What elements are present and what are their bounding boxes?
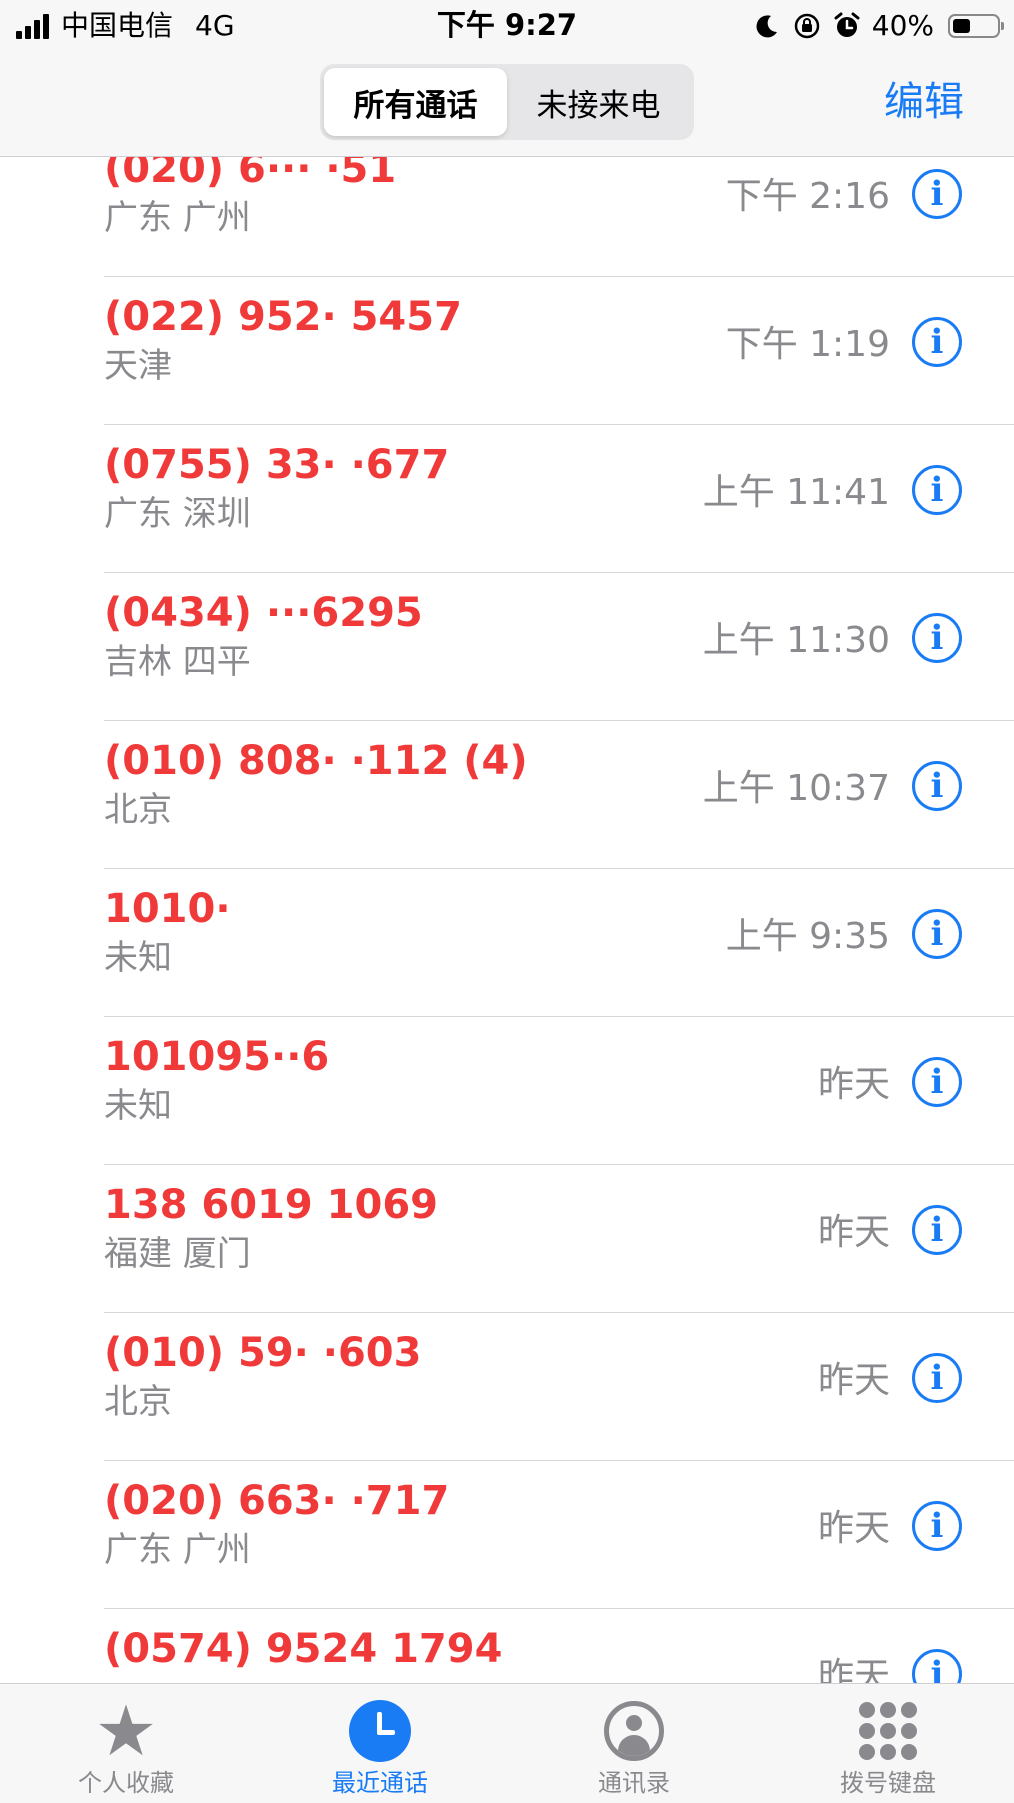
info-icon[interactable]: i xyxy=(912,1057,962,1107)
call-row[interactable]: 101095··6 未知 昨天 i xyxy=(0,1017,1014,1165)
clock-icon xyxy=(349,1700,411,1762)
call-time: 昨天 xyxy=(817,1360,890,1401)
call-location: 天津 xyxy=(104,346,172,386)
call-location: 北京 xyxy=(104,790,172,830)
status-bar: 中国电信 4G 下午 9:27 40% xyxy=(0,0,1014,52)
call-text: (020) 663· ·717 广东 广州 xyxy=(104,1475,449,1573)
call-time: 上午 11:30 xyxy=(702,620,890,661)
call-number: (010) 59· ·603 xyxy=(104,1330,422,1376)
call-time: 上午 10:37 xyxy=(702,768,890,809)
call-time: 昨天 xyxy=(817,1212,890,1253)
call-location: 广东 广州 xyxy=(104,198,251,238)
recent-calls-list: (020) 6··· ·51 广东 广州 下午 2:16 i (022) 952… xyxy=(0,157,1014,1683)
tab-contacts[interactable]: 通讯录 xyxy=(534,1694,734,1798)
call-location: 福建 厦门 xyxy=(104,1234,251,1274)
call-number: (0434) ···6295 xyxy=(104,590,423,636)
call-location: 未知 xyxy=(104,938,172,978)
tab-label: 通讯录 xyxy=(598,1769,670,1797)
call-number: 101095··6 xyxy=(104,1034,330,1080)
call-number: (0574) 9524 1794 xyxy=(104,1626,503,1672)
keypad-icon xyxy=(859,1702,917,1760)
info-icon[interactable]: i xyxy=(912,761,962,811)
person-circle-icon xyxy=(604,1701,664,1761)
call-number: 138 6019 1069 xyxy=(104,1182,439,1228)
battery-fill xyxy=(953,19,970,33)
call-time: 下午 1:19 xyxy=(725,324,890,365)
call-row[interactable]: 138 6019 1069 福建 厦门 昨天 i xyxy=(0,1165,1014,1313)
call-row[interactable]: (020) 663· ·717 广东 广州 昨天 i xyxy=(0,1461,1014,1609)
info-icon[interactable]: i xyxy=(912,1205,962,1255)
call-row[interactable]: (0755) 33· ·677 广东 深圳 上午 11:41 i xyxy=(0,425,1014,573)
call-row[interactable]: (0434) ···6295 吉林 四平 上午 11:30 i xyxy=(0,573,1014,721)
call-text: 1010· 未知 xyxy=(104,883,231,981)
info-icon[interactable]: i xyxy=(912,613,962,663)
call-time: 昨天 xyxy=(817,1508,890,1549)
call-text: (022) 952· 5457 天津 xyxy=(104,291,462,389)
tab-recents[interactable]: 最近通话 xyxy=(280,1694,480,1798)
tab-label: 最近通话 xyxy=(332,1769,428,1797)
call-text: (0434) ···6295 吉林 四平 xyxy=(104,587,423,685)
segment-all-calls[interactable]: 所有通话 xyxy=(324,68,507,136)
call-time: 昨天 xyxy=(817,1656,890,1683)
info-icon[interactable]: i xyxy=(912,1501,962,1551)
battery-icon xyxy=(948,14,1004,38)
call-number: (020) 6··· ·51 xyxy=(104,157,397,192)
call-text: 138 6019 1069 福建 厦门 xyxy=(104,1179,438,1277)
call-time: 上午 9:35 xyxy=(725,916,890,957)
call-location: 广东 深圳 xyxy=(104,494,251,534)
call-time: 昨天 xyxy=(817,1064,890,1105)
call-row[interactable]: (010) 59· ·603 北京 昨天 i xyxy=(0,1313,1014,1461)
moon-icon xyxy=(752,11,782,41)
info-icon[interactable]: i xyxy=(912,317,962,367)
tab-label: 个人收藏 xyxy=(78,1769,174,1797)
call-text: (0755) 33· ·677 广东 深圳 xyxy=(104,439,449,537)
call-time: 上午 11:41 xyxy=(702,472,890,513)
call-time: 下午 2:16 xyxy=(725,176,890,217)
call-row[interactable]: (022) 952· 5457 天津 下午 1:19 i xyxy=(0,277,1014,425)
call-location: 广东 广州 xyxy=(104,1530,251,1570)
tab-label: 拨号键盘 xyxy=(840,1769,936,1797)
call-text: (010) 59· ·603 北京 xyxy=(104,1327,421,1425)
info-icon[interactable]: i xyxy=(912,1649,962,1683)
star-icon: ★ xyxy=(94,1690,158,1772)
call-row[interactable]: (0574) 9524 1794 昨天 i xyxy=(0,1609,1014,1683)
call-number: (010) 808· ·112 (4) xyxy=(104,738,528,784)
call-text: (0574) 9524 1794 xyxy=(104,1623,502,1675)
call-location: 北京 xyxy=(104,1382,172,1422)
edit-button[interactable]: 编辑 xyxy=(884,66,964,138)
nav-bar: 所有通话 未接来电 编辑 xyxy=(0,52,1014,157)
tab-bar: ★ 个人收藏 最近通话 通讯录 拨号键盘 xyxy=(0,1683,1014,1803)
call-text: (020) 6··· ·51 广东 广州 xyxy=(104,157,396,241)
call-row[interactable]: (010) 808· ·112 (4) 北京 上午 10:37 i xyxy=(0,721,1014,869)
call-location: 未知 xyxy=(104,1086,172,1126)
call-number: 1010· xyxy=(104,886,231,932)
call-number: (020) 663· ·717 xyxy=(104,1478,450,1524)
tab-favorites[interactable]: ★ 个人收藏 xyxy=(26,1694,226,1798)
segment-missed-calls[interactable]: 未接来电 xyxy=(507,68,690,136)
info-icon[interactable]: i xyxy=(912,465,962,515)
call-text: (010) 808· ·112 (4) 北京 xyxy=(104,735,528,833)
alarm-icon xyxy=(832,11,862,41)
tab-keypad[interactable]: 拨号键盘 xyxy=(788,1694,988,1798)
call-text: 101095··6 未知 xyxy=(104,1031,329,1129)
call-row[interactable]: (020) 6··· ·51 广东 广州 下午 2:16 i xyxy=(0,157,1014,277)
call-number: (022) 952· 5457 xyxy=(104,294,462,340)
status-right: 40% xyxy=(752,8,1004,44)
call-filter-segmented-control: 所有通话 未接来电 xyxy=(320,64,694,140)
battery-percent: 40% xyxy=(871,9,934,42)
call-row[interactable]: 1010· 未知 上午 9:35 i xyxy=(0,869,1014,1017)
info-icon[interactable]: i xyxy=(912,909,962,959)
call-location: 吉林 四平 xyxy=(104,642,251,682)
orientation-lock-icon xyxy=(792,11,822,41)
info-icon[interactable]: i xyxy=(912,1353,962,1403)
info-icon[interactable]: i xyxy=(912,169,962,219)
call-number: (0755) 33· ·677 xyxy=(104,442,450,488)
